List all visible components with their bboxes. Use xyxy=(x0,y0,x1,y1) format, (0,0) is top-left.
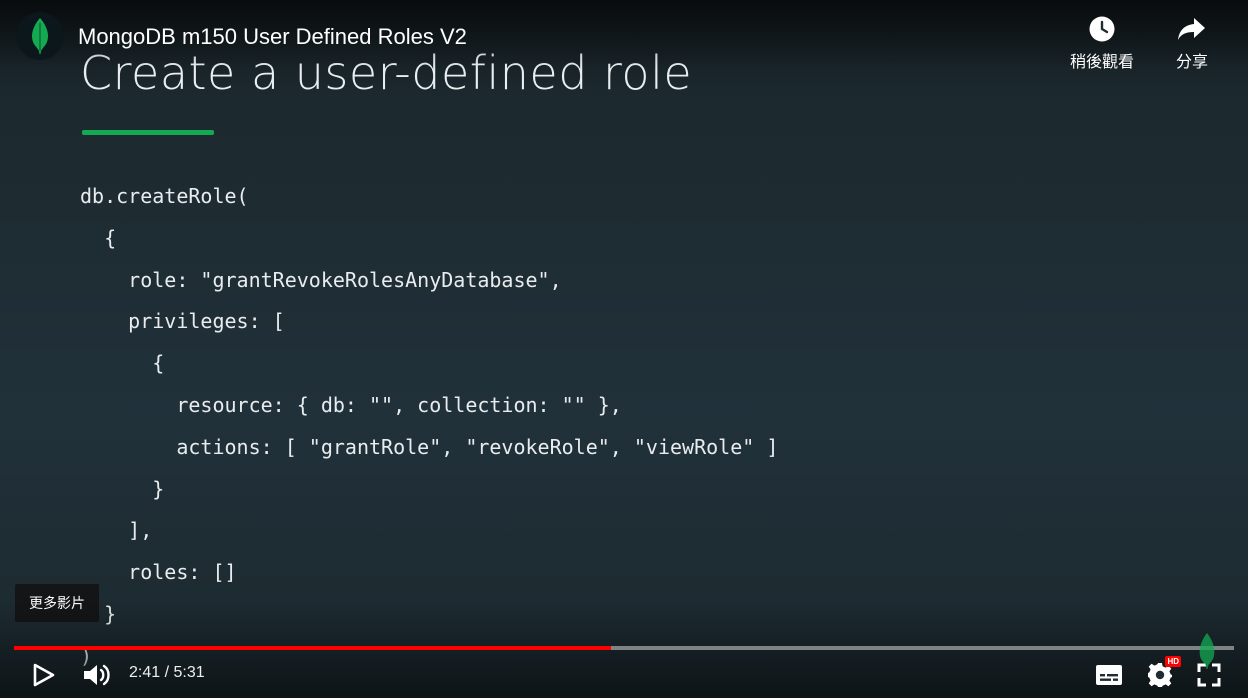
subtitles-icon xyxy=(1096,665,1122,685)
code-line: privileges: [ xyxy=(80,309,285,334)
title-underline xyxy=(82,130,214,135)
progress-bar[interactable] xyxy=(14,646,1234,650)
code-line: { xyxy=(80,225,117,250)
share-button[interactable]: 分享 xyxy=(1152,14,1232,72)
time-separator: / xyxy=(160,664,174,681)
subtitles-button[interactable] xyxy=(1094,662,1124,688)
code-line: ], xyxy=(80,518,153,543)
code-line: actions: [ "grantRole", "revokeRole", "v… xyxy=(80,434,779,459)
code-line: roles: [] xyxy=(80,560,237,585)
mongodb-leaf-watermark-icon xyxy=(1199,633,1215,669)
watch-later-label: 稍後觀看 xyxy=(1069,52,1134,71)
hd-badge: HD xyxy=(1165,656,1181,667)
mute-button[interactable] xyxy=(80,660,114,690)
duration: 5:31 xyxy=(173,664,205,681)
channel-avatar[interactable] xyxy=(16,12,64,60)
code-line: { xyxy=(80,351,165,376)
share-label: 分享 xyxy=(1175,52,1208,71)
code-line: resource: { db: "", collection: "" }, xyxy=(80,392,622,417)
code-line: role: "grantRevokeRolesAnyDatabase", xyxy=(80,267,562,292)
settings-button[interactable]: HD xyxy=(1145,656,1181,690)
clock-icon xyxy=(1089,16,1115,42)
video-title[interactable]: MongoDB m150 User Defined Roles V2 xyxy=(78,24,467,50)
mongodb-leaf-icon xyxy=(32,18,48,54)
volume-icon xyxy=(84,664,110,686)
progress-played xyxy=(14,646,611,650)
video-player[interactable]: Create a user-defined role db.createRole… xyxy=(0,0,1248,698)
code-line: db.createRole( xyxy=(80,184,249,208)
watch-later-button[interactable]: 稍後觀看 xyxy=(1062,14,1142,72)
current-time: 2:41 xyxy=(129,664,161,681)
time-display: 2:41 / 5:31 xyxy=(129,664,205,682)
share-arrow-icon xyxy=(1178,18,1205,40)
play-icon xyxy=(33,663,55,687)
play-button[interactable] xyxy=(30,660,58,690)
code-line: } xyxy=(80,476,165,501)
